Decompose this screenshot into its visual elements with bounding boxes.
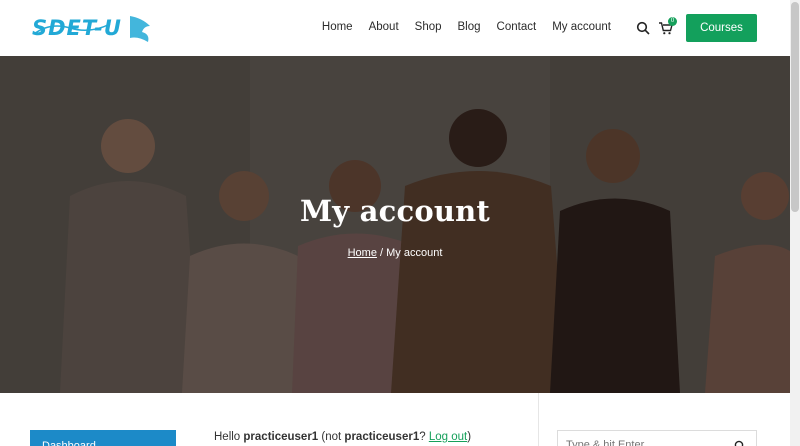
page-hero: My account Home / My account <box>0 56 790 393</box>
sidebar-search-input[interactable] <box>557 430 757 446</box>
nav-about[interactable]: About <box>369 20 399 34</box>
site-header: SDET-U Home About Shop Blog Contact My a… <box>0 0 800 56</box>
nav-home[interactable]: Home <box>322 20 353 34</box>
greeting-username: practiceuser1 <box>243 431 319 443</box>
nav-my-account[interactable]: My account <box>552 20 611 34</box>
account-greeting: Hello practiceuser1 (not practiceuser1? … <box>214 431 471 443</box>
greeting-username-again: practiceuser1 <box>344 431 420 443</box>
breadcrumb: Home / My account <box>0 247 790 259</box>
account-nav-dashboard[interactable]: Dashboard <box>30 430 176 446</box>
site-logo[interactable]: SDET-U <box>30 12 154 44</box>
scrollbar-thumb[interactable] <box>791 2 799 212</box>
sidebar-divider <box>538 393 539 446</box>
greeting-question: ? <box>419 431 429 443</box>
main-nav: Home About Shop Blog Contact My account <box>322 20 611 34</box>
logo-text: SDET-U <box>32 16 122 40</box>
cart-count-badge: 0 <box>668 17 677 26</box>
account-content: Dashboard Hello practiceuser1 (not pract… <box>0 393 790 446</box>
breadcrumb-separator: / <box>376 247 387 259</box>
nav-blog[interactable]: Blog <box>458 20 481 34</box>
breadcrumb-home-link[interactable]: Home <box>348 247 377 259</box>
greeting-not-prefix: (not <box>318 431 345 443</box>
greeting-prefix: Hello <box>214 431 244 443</box>
nav-contact[interactable]: Contact <box>497 20 537 34</box>
logout-link[interactable]: Log out <box>429 431 467 443</box>
nav-shop[interactable]: Shop <box>415 20 442 34</box>
sidebar-search-icon[interactable] <box>734 440 746 446</box>
courses-button[interactable]: Courses <box>686 14 757 42</box>
greeting-close: ) <box>467 431 472 443</box>
page-scrollbar[interactable] <box>790 0 800 446</box>
search-icon[interactable] <box>636 21 650 35</box>
page-title: My account <box>299 194 491 228</box>
breadcrumb-current: My account <box>386 247 443 259</box>
